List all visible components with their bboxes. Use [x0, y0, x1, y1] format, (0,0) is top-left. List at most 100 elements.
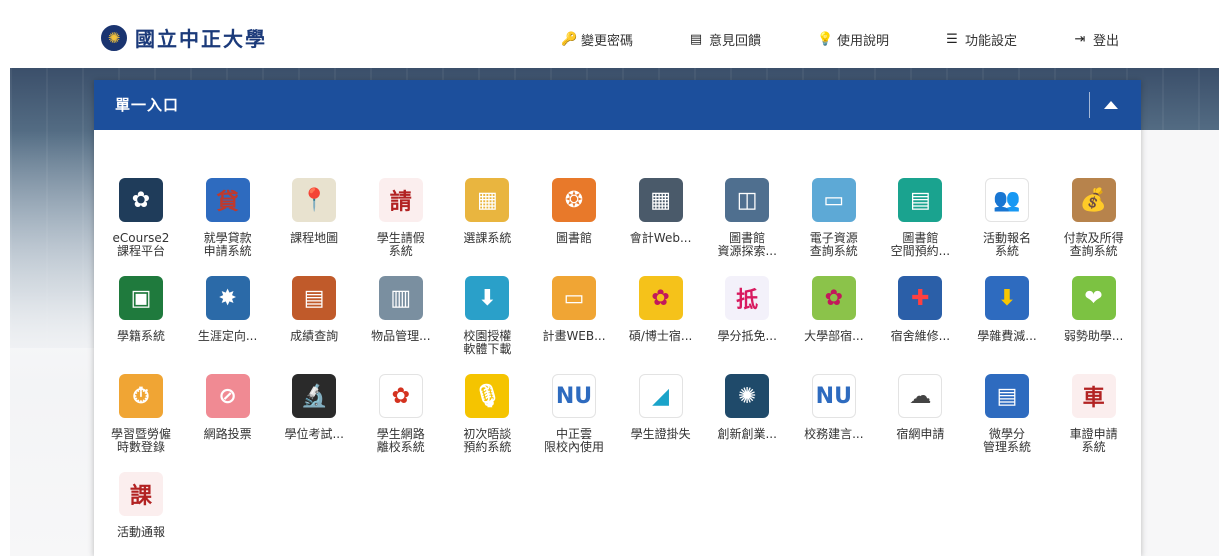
app-label: 就學貸款 申請系統: [203, 231, 252, 258]
innovation-icon: ✺: [725, 374, 770, 418]
student-leave-icon: 請: [378, 178, 423, 222]
app-tile[interactable]: ✿ 大學部宿...: [791, 276, 877, 343]
download-icon: ⬇: [465, 276, 510, 320]
microscope-icon: 🔬: [292, 374, 337, 418]
aid-icon: ❤: [1071, 276, 1116, 320]
app-tile[interactable]: ▤ 微學分 管理系統: [964, 374, 1050, 454]
app-label: 宿舍維修...: [890, 329, 951, 343]
microphone-icon: 🎙: [465, 374, 510, 418]
app-label: 學籍系統: [116, 329, 165, 343]
app-tile[interactable]: ✿ 學生網路 離校系統: [358, 374, 444, 454]
app-tile[interactable]: 請學生請假 系統: [358, 178, 444, 258]
map-pin-icon: 📍: [292, 178, 337, 222]
lightbulb-icon: 💡: [817, 32, 834, 47]
app-label: 微學分 管理系統: [982, 427, 1031, 454]
app-tile[interactable]: ⬇ 校園授權 軟體下載: [444, 276, 530, 356]
app-tile[interactable]: ☁ 宿網申請: [877, 374, 963, 441]
app-tile[interactable]: ▣ 學籍系統: [98, 276, 184, 343]
app-label: 中正雲 限校內使用: [543, 427, 604, 454]
app-tile[interactable]: ⬇ 學雜費減...: [964, 276, 1050, 343]
app-tile[interactable]: NU 校務建言...: [791, 374, 877, 441]
student-card-icon: ◢: [638, 374, 683, 418]
flower-icon: ✿: [378, 374, 423, 418]
app-tile[interactable]: 📍 課程地圖: [271, 178, 357, 245]
app-tile[interactable]: ✺ 創新創業...: [704, 374, 790, 441]
space-booking-icon: ▤: [898, 178, 943, 222]
app-label: 計畫WEB...: [542, 329, 606, 343]
vote-icon: ⊘: [205, 374, 250, 418]
app-tile[interactable]: ❂ 圖書館: [531, 178, 617, 245]
app-tile[interactable]: 👥 活動報名 系統: [964, 178, 1050, 258]
app-tile[interactable]: ❤ 弱勢助學...: [1051, 276, 1137, 343]
app-label: 物品管理...: [371, 329, 431, 343]
help-link[interactable]: 💡 使用說明: [817, 30, 889, 49]
nav-label-logout: 登出: [1093, 34, 1120, 49]
app-tile[interactable]: 抵學分抵免...: [704, 276, 790, 343]
loan-icon: 貸: [205, 178, 250, 222]
app-tile[interactable]: ▭ 計畫WEB...: [531, 276, 617, 343]
app-tile[interactable]: 🔬 學位考試...: [271, 374, 357, 441]
app-label: 圖書館 資源探索...: [717, 231, 777, 258]
nav-label-settings: 功能設定: [965, 34, 1018, 49]
career-compass-icon: ✸: [205, 276, 250, 320]
app-label: 校務建言...: [804, 427, 864, 441]
calculator-icon: ▦: [638, 178, 683, 222]
app-tile[interactable]: ▥ 物品管理...: [358, 276, 444, 343]
app-tile[interactable]: 車車證申請 系統: [1051, 374, 1137, 454]
app-tile[interactable]: 💰 付款及所得 查詢系統: [1051, 178, 1137, 258]
app-tile[interactable]: ✸ 生涯定向...: [185, 276, 271, 343]
app-tile[interactable]: 課活動通報: [98, 472, 184, 539]
nav-label-feedback: 意見回饋: [709, 34, 762, 49]
feedback-link[interactable]: ▤ 意見回饋: [689, 30, 761, 49]
app-label: 弱勢助學...: [1063, 329, 1124, 343]
suggestion-icon: NU: [811, 374, 856, 418]
logout-link[interactable]: ⇥ 登出: [1073, 30, 1119, 49]
app-label: 車證申請 系統: [1069, 427, 1118, 454]
app-label: 學習暨勞僱 時數登錄: [110, 427, 171, 454]
background-curve: [1140, 130, 1219, 556]
ccu-cloud-icon: NU: [552, 374, 596, 418]
app-tile[interactable]: 🎙 初次晤談 預約系統: [444, 374, 530, 454]
app-label: 校園授權 軟體下載: [463, 329, 512, 356]
app-tile[interactable]: ▤ 成績查詢: [271, 276, 357, 343]
project-web-icon: ▭: [552, 276, 596, 320]
credit-waiver-icon: 抵: [725, 276, 770, 320]
micro-credit-icon: ▤: [985, 374, 1029, 418]
app-tile[interactable]: ◢ 學生證掛失: [618, 374, 704, 441]
change-password-link[interactable]: 🔑 變更密碼: [561, 30, 633, 49]
app-label: 活動報名 系統: [982, 231, 1031, 258]
work-hours-icon: ⏱: [119, 374, 163, 418]
app-tile[interactable]: ⊘ 網路投票: [185, 374, 271, 441]
app-label: 成績查詢: [290, 329, 339, 343]
app-tile[interactable]: 貸就學貸款 申請系統: [185, 178, 271, 258]
library-icon: ❂: [552, 178, 596, 222]
dorm-repair-icon: ✚: [898, 276, 943, 320]
app-label: 生涯定向...: [197, 329, 258, 343]
top-navigation-bar: ✺ 國立中正大學 🔑 變更密碼 ▤ 意見回饋 💡 使用說明 ☰ 功能設定 ⇥ 登…: [0, 0, 1219, 68]
header-nav: 🔑 變更密碼 ▤ 意見回饋 💡 使用說明 ☰ 功能設定 ⇥ 登出: [0, 30, 1219, 50]
money-bag-icon: 💰: [1071, 178, 1116, 222]
app-tile[interactable]: ⏱ 學習暨勞僱 時數登錄: [98, 374, 184, 454]
app-tile[interactable]: ✿ eCourse2 課程平台: [98, 178, 184, 258]
app-tile[interactable]: ▦ 會計Web...: [618, 178, 704, 245]
app-label: 宿網申請: [896, 427, 945, 441]
app-label: 活動通報: [116, 525, 165, 539]
key-icon: 🔑: [561, 32, 578, 47]
graduate-dorm-icon: ✿: [638, 276, 683, 320]
settings-link[interactable]: ☰ 功能設定: [945, 30, 1017, 49]
app-tile[interactable]: ✚ 宿舍維修...: [877, 276, 963, 343]
app-tile[interactable]: NU 中正雲 限校內使用: [531, 374, 617, 454]
app-tile[interactable]: ✿ 碩/博士宿...: [618, 276, 704, 343]
app-label: 課程地圖: [290, 231, 339, 245]
app-label: 學生證掛失: [630, 427, 691, 441]
report-card-icon: ▤: [292, 276, 337, 320]
app-tile[interactable]: ◫ 圖書館 資源探索...: [704, 178, 790, 258]
binders-icon: ▥: [378, 276, 423, 320]
e-resource-icon: ▭: [811, 178, 856, 222]
list-icon: ▤: [689, 32, 703, 47]
school-bag-icon: ▣: [119, 276, 163, 320]
app-tile[interactable]: ▤ 圖書館 空間預約...: [877, 178, 963, 258]
activity-notice-icon: 課: [119, 472, 163, 516]
app-tile[interactable]: ▦ 選課系統: [444, 178, 530, 245]
app-tile[interactable]: ▭ 電子資源 查詢系統: [791, 178, 877, 258]
